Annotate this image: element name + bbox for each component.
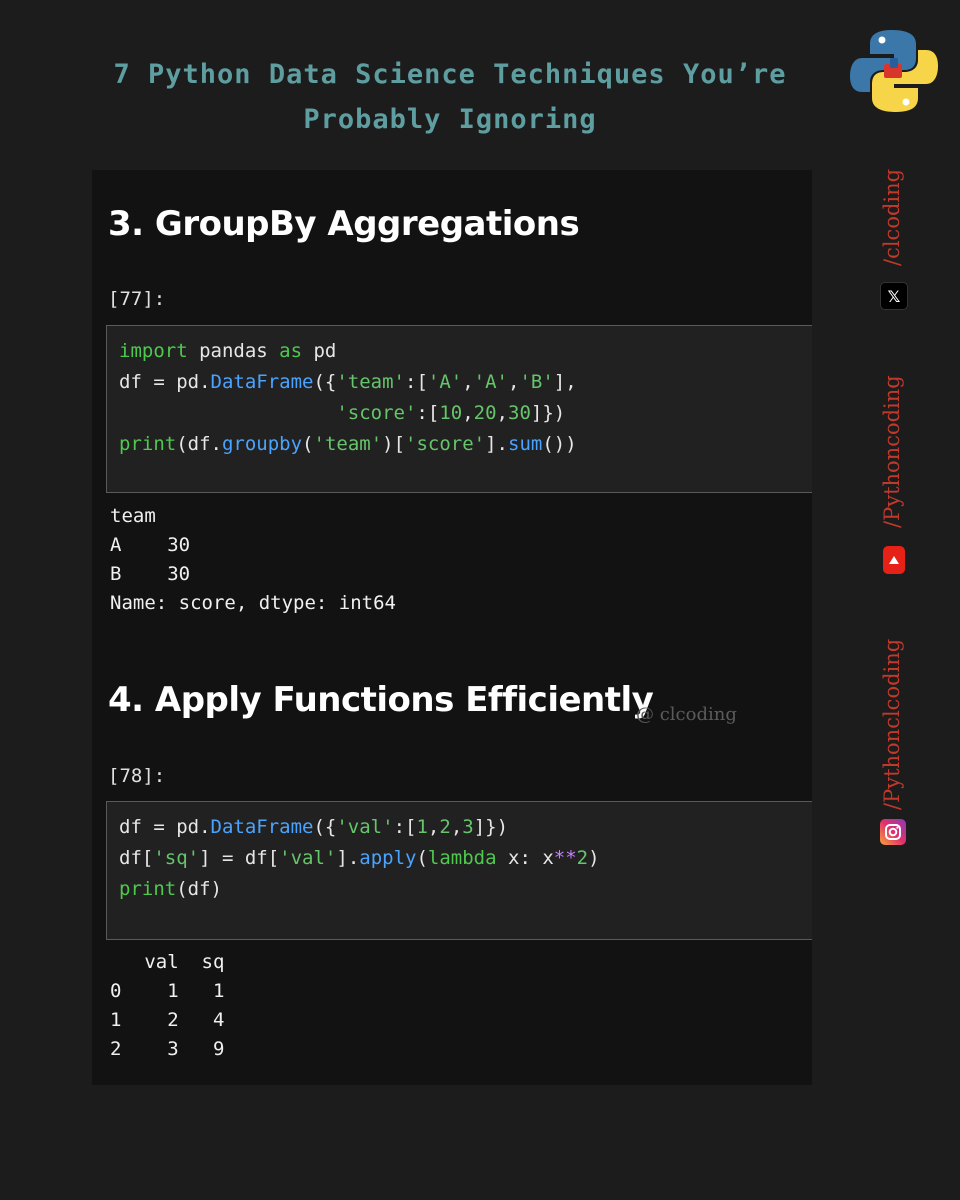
output-line: team xyxy=(110,505,156,527)
cell-output-groupby: team A 30 B 30 Name: score, dtype: int64 xyxy=(110,502,396,618)
section-heading-groupby: 3. GroupBy Aggregations xyxy=(108,204,580,244)
output-line: 0 1 1 xyxy=(110,980,225,1002)
code-line: df = pd.DataFrame({'team':['A','A','B'], xyxy=(119,371,577,393)
twitter-handle[interactable]: /clcoding xyxy=(880,166,904,266)
play-icon xyxy=(889,556,899,564)
code-line: import pandas as pd xyxy=(119,340,337,362)
code-line: df = pd.DataFrame({'val':[1,2,3]}) xyxy=(119,816,509,838)
section-heading-apply: 4. Apply Functions Efficiently xyxy=(108,680,654,720)
page-title: 7 Python Data Science Techniques You’re … xyxy=(113,59,787,135)
watermark: @ clcoding xyxy=(636,704,737,725)
cell-prompt-77: [77]: xyxy=(108,288,166,310)
cell-prompt-78: [78]: xyxy=(108,765,166,787)
youtube-handle[interactable]: /Pythoncoding xyxy=(880,362,904,528)
camera-icon xyxy=(885,824,901,840)
instagram-handle[interactable]: /Pythonclcoding xyxy=(880,628,904,810)
output-line: val sq xyxy=(110,951,225,973)
code-cell-apply[interactable]: df = pd.DataFrame({'val':[1,2,3]}) df['s… xyxy=(106,801,812,940)
code-block: import pandas as pd df = pd.DataFrame({'… xyxy=(119,336,577,460)
code-line: 'score':[10,20,30]}) xyxy=(336,402,566,424)
notebook-panel: 3. GroupBy Aggregations [77]: import pan… xyxy=(92,170,812,1085)
youtube-icon[interactable] xyxy=(883,546,905,574)
output-line: Name: score, dtype: int64 xyxy=(110,592,396,614)
output-line: 2 3 9 xyxy=(110,1038,225,1060)
code-line: print(df) xyxy=(119,878,222,900)
output-line: B 30 xyxy=(110,563,191,585)
output-line: 1 2 4 xyxy=(110,1009,225,1031)
output-line: A 30 xyxy=(110,534,191,556)
code-block: df = pd.DataFrame({'val':[1,2,3]}) df['s… xyxy=(119,812,600,905)
code-line: df['sq'] = df['val'].apply(lambda x: x**… xyxy=(119,847,600,869)
instagram-icon[interactable] xyxy=(880,819,906,845)
code-line: print(df.groupby('team')['score'].sum()) xyxy=(119,433,577,455)
code-cell-groupby[interactable]: import pandas as pd df = pd.DataFrame({'… xyxy=(106,325,812,493)
x-twitter-icon[interactable]: 𝕏 xyxy=(880,282,908,310)
python-logo-icon xyxy=(850,30,938,112)
cell-output-apply: val sq 0 1 1 1 2 4 2 3 9 xyxy=(110,948,224,1064)
